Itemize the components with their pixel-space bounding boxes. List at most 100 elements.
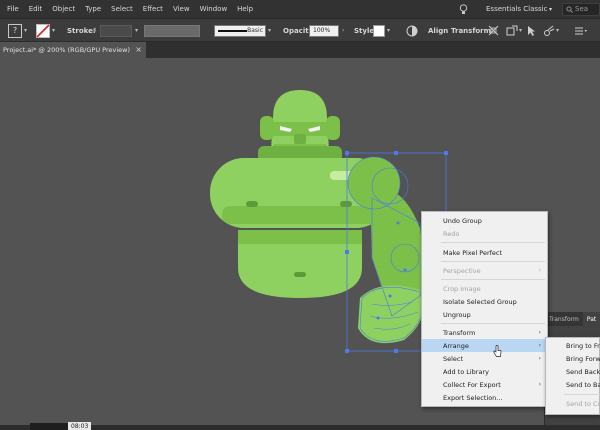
ogre-right-nipple	[340, 201, 352, 207]
opacity-control[interactable]: 100% ›	[309, 24, 344, 37]
menu-item-isolate-selected-group[interactable]: Isolate Selected Group	[422, 295, 547, 308]
handle-top-center[interactable]	[394, 151, 398, 155]
chevron-right-icon[interactable]: ›	[342, 27, 344, 34]
handle-bottom-left[interactable]	[345, 349, 349, 353]
menu-item-label: Redo	[443, 229, 460, 238]
document-tab[interactable]: Project.ai* @ 200% (RGB/GPU Preview) ×	[0, 42, 146, 58]
chevron-down-icon[interactable]: ▾	[556, 27, 559, 34]
width-profile-field[interactable]	[144, 24, 200, 37]
ogre-left-nipple	[246, 201, 258, 207]
graphic-style-control[interactable]: ▾	[373, 24, 390, 37]
menu-object[interactable]: Object	[47, 5, 80, 13]
menu-select[interactable]: Select	[106, 5, 138, 13]
graphic-style-swatch[interactable]	[373, 24, 385, 37]
variable-width-profile[interactable]	[144, 24, 200, 37]
panel-tab-pathfinder[interactable]: Pat	[582, 312, 600, 326]
menu-separator	[441, 279, 545, 280]
menu-item-label: Export Selection...	[443, 393, 503, 402]
submenu-item-send-to-back[interactable]: Send to Ba	[546, 378, 600, 391]
brush-field[interactable]: Basic	[214, 24, 266, 37]
select-similar-button[interactable]	[526, 24, 536, 37]
menu-item-export-selection[interactable]: Export Selection...	[422, 391, 547, 404]
menu-edit[interactable]: Edit	[24, 5, 48, 13]
arrange-submenu: Bring to Fr Bring Forw Send Back Send to…	[545, 337, 600, 415]
select-similar-icon	[528, 25, 535, 36]
menu-help[interactable]: Help	[232, 5, 258, 13]
ogre-right-ear	[326, 116, 340, 140]
document-tab-title: Project.ai* @ 200% (RGB/GPU Preview)	[3, 46, 130, 54]
fill-swatch[interactable]: ?	[8, 23, 22, 38]
workspace-switcher[interactable]: Essentials Classic ▾	[480, 2, 556, 16]
menu-view[interactable]: View	[168, 5, 195, 13]
handle-bottom-center[interactable]	[394, 349, 398, 353]
transform-button[interactable]: Transform	[451, 24, 491, 37]
ogre-chest-shadow	[222, 206, 378, 224]
menu-item-label: Select	[443, 354, 464, 363]
menu-item-select[interactable]: Select ›	[422, 352, 547, 365]
submenu-item-send-to-current-layer: Send to Cu	[546, 397, 600, 410]
handle-middle-left[interactable]	[345, 250, 349, 254]
menu-item-transform[interactable]: Transform ›	[422, 326, 547, 339]
handle-top-left[interactable]	[345, 151, 349, 155]
chevron-down-icon[interactable]: ▾	[52, 27, 55, 34]
no-stroke-swatch-icon[interactable]	[36, 23, 50, 38]
chevron-down-icon[interactable]: ▾	[135, 27, 138, 34]
lightbulb-icon[interactable]	[459, 3, 468, 15]
chevron-down-icon[interactable]: ▾	[387, 27, 390, 34]
submenu-item-bring-forward[interactable]: Bring Forw	[546, 352, 600, 365]
stroke-weight-stepper[interactable]: ⇕ ▾	[92, 24, 138, 37]
submenu-item-label: Bring Forw	[566, 354, 600, 363]
menu-item-undo-group[interactable]: Undo Group	[422, 214, 547, 227]
menu-item-crop-image: Crop Image	[422, 282, 547, 295]
submenu-item-label: Send Back	[566, 367, 600, 376]
ogre-belly[interactable]	[238, 240, 362, 298]
menu-item-collect-for-export[interactable]: Collect For Export ›	[422, 378, 547, 391]
menu-item-ungroup[interactable]: Ungroup	[422, 308, 547, 321]
menu-item-label: Arrange	[443, 341, 469, 350]
menu-type[interactable]: Type	[80, 5, 106, 13]
align-button[interactable]: Align	[428, 24, 448, 37]
submenu-item-bring-to-front[interactable]: Bring to Fr	[546, 339, 600, 352]
ogre-nose	[294, 134, 306, 144]
menu-item-make-pixel-perfect[interactable]: Make Pixel Perfect	[422, 246, 547, 259]
menu-file[interactable]: File	[0, 5, 24, 13]
anchor-point	[396, 221, 400, 225]
transform-tool-button[interactable]	[487, 24, 500, 37]
panel-tab-transform[interactable]: Transform	[545, 316, 583, 323]
panel-menu-button[interactable]	[574, 24, 588, 37]
opacity-field[interactable]: 100%	[309, 24, 339, 37]
fill-control[interactable]: ? ▾	[8, 23, 27, 38]
stroke-weight-field[interactable]	[100, 24, 133, 37]
anchor-point	[403, 268, 407, 272]
ogre-right-hand[interactable]	[358, 285, 424, 344]
stepper-arrows-icon[interactable]: ⇕	[92, 27, 97, 34]
transform-each-icon	[488, 25, 499, 36]
submenu-separator	[564, 394, 600, 395]
menu-item-label: Ungroup	[443, 310, 471, 319]
chevron-right-icon: ›	[538, 381, 541, 388]
menu-item-arrange[interactable]: Arrange ›	[422, 339, 547, 352]
isolate-button[interactable]: ▾	[506, 24, 522, 37]
stroke-swatch-control[interactable]: ▾	[36, 23, 55, 38]
symbol-button[interactable]: ▾	[543, 24, 559, 37]
submenu-item-send-backward[interactable]: Send Back	[546, 365, 600, 378]
chevron-down-icon[interactable]: ▾	[519, 27, 522, 34]
brush-definition[interactable]: Basic ▾	[214, 24, 271, 37]
workspace-label: Essentials Classic	[486, 5, 548, 13]
menu-separator	[441, 323, 545, 324]
handle-top-right[interactable]	[444, 151, 448, 155]
chevron-down-icon[interactable]: ▾	[268, 27, 271, 34]
menu-item-add-to-library[interactable]: Add to Library	[422, 365, 547, 378]
close-icon[interactable]: ×	[135, 45, 142, 54]
menu-bar: File Edit Object Type Select Effect View…	[0, 0, 600, 18]
menu-window[interactable]: Window	[195, 5, 233, 13]
panel-tabs: Transform Pat	[545, 312, 600, 326]
control-bar: ? ▾ ▾ Stroke: ⇕ ▾ Basic ▾ Opacity: 100% …	[0, 18, 600, 42]
chevron-down-icon: ▾	[548, 5, 552, 13]
chevron-down-icon[interactable]: ▾	[24, 27, 27, 34]
color-wheel-icon	[406, 25, 418, 36]
menu-separator	[441, 261, 545, 262]
menu-effect[interactable]: Effect	[138, 5, 168, 13]
search-input[interactable]: Sea	[562, 2, 600, 16]
recolor-artwork-button[interactable]	[406, 24, 418, 37]
